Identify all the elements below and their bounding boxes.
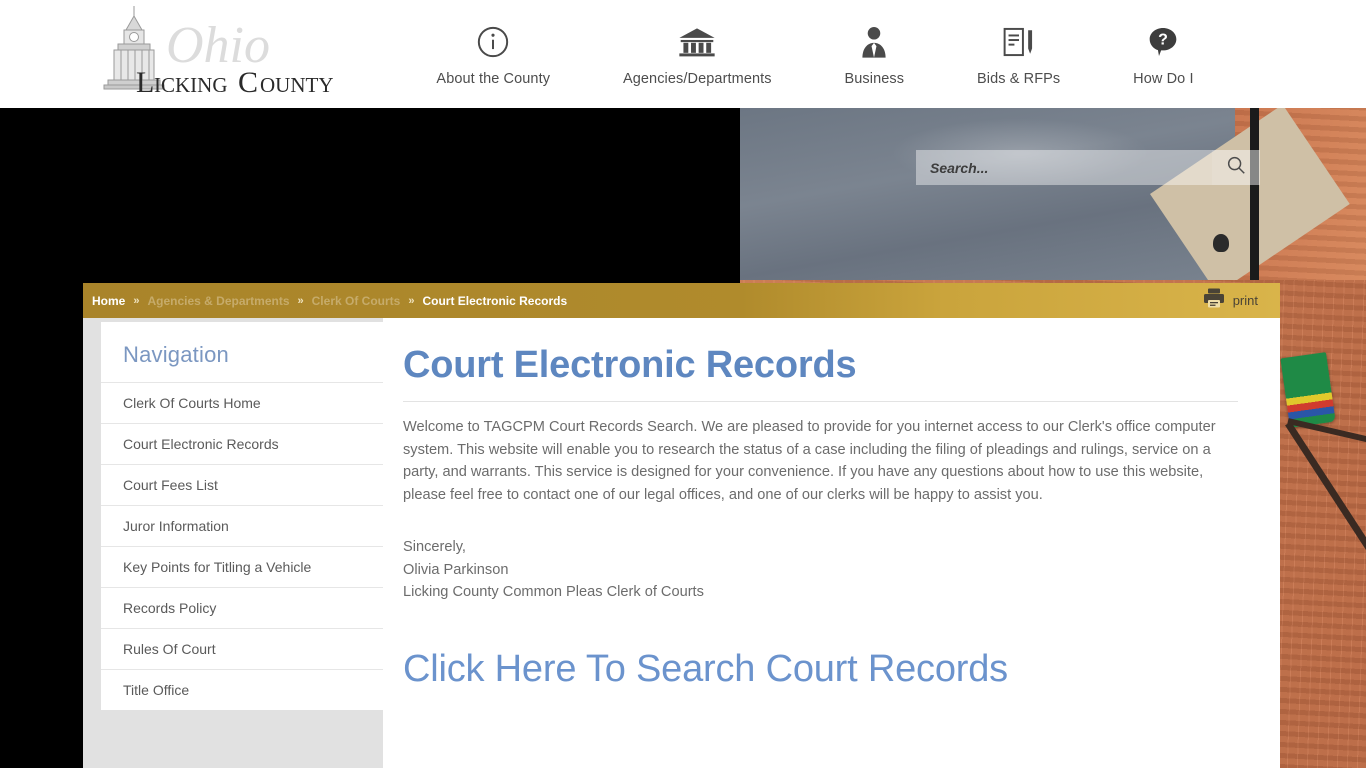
site-header: Ohio L ICKING C OUNTY About the County A… <box>0 0 1366 108</box>
bank-building-icon <box>678 22 716 62</box>
breadcrumb-item-clerk-of-courts[interactable]: Clerk Of Courts <box>312 294 401 308</box>
breadcrumb-item-current: Court Electronic Records <box>422 293 568 308</box>
nav-label: About the County <box>436 71 551 87</box>
search-button[interactable] <box>1212 150 1260 185</box>
hero-banner <box>0 108 1366 280</box>
svg-text:C: C <box>238 66 258 99</box>
nav-item-business[interactable]: Business <box>808 22 941 87</box>
sidebar-item-court-fees-list[interactable]: Court Fees List <box>101 464 385 505</box>
site-search[interactable] <box>916 150 1260 185</box>
hero-black-overlay <box>0 108 740 280</box>
navigation-heading: Navigation <box>123 342 229 367</box>
question-speech-icon: ? <box>1147 22 1179 62</box>
breadcrumb-item-home[interactable]: Home <box>92 294 125 308</box>
nav-label: Business <box>844 71 905 87</box>
nav-item-about-the-county[interactable]: About the County <box>400 22 587 87</box>
info-circle-icon <box>476 22 510 62</box>
navigation-card: Navigation Clerk Of Courts Home Court El… <box>101 322 385 710</box>
sidebar-item-key-points-titling-vehicle[interactable]: Key Points for Titling a Vehicle <box>101 546 385 587</box>
svg-text:OUNTY: OUNTY <box>260 73 334 97</box>
breadcrumb-separator: » <box>297 294 304 307</box>
breadcrumb-separator: » <box>133 294 140 307</box>
nav-label: Agencies/Departments <box>622 71 772 87</box>
nav-label: How Do I <box>1133 71 1194 87</box>
search-court-records-link[interactable]: Click Here To Search Court Records <box>403 648 1238 691</box>
site-logo[interactable]: Ohio L ICKING C OUNTY <box>88 4 348 104</box>
signature-name: Olivia Parkinson <box>403 561 509 578</box>
sidebar-item-title-office[interactable]: Title Office <box>101 669 385 710</box>
svg-text:L: L <box>136 66 154 99</box>
businessperson-icon <box>859 22 889 62</box>
intro-paragraph: Welcome to TAGCPM Court Records Search. … <box>403 419 1216 503</box>
sidebar-list: Clerk Of Courts Home Court Electronic Re… <box>101 382 385 710</box>
search-input[interactable] <box>916 150 1212 185</box>
sidebar: Navigation Clerk Of Courts Home Court El… <box>83 318 385 715</box>
print-label: print <box>1232 293 1258 308</box>
page-title: Court Electronic Records <box>403 344 857 386</box>
nav-label: Bids & RFPs <box>976 71 1061 87</box>
document-pen-icon <box>1002 22 1036 62</box>
primary-navigation[interactable]: About the County Agencies/Departments Bu… <box>400 22 1230 94</box>
nav-item-how-do-i[interactable]: ? How Do I <box>1097 22 1230 87</box>
sidebar-item-clerk-of-courts-home[interactable]: Clerk Of Courts Home <box>101 382 385 423</box>
content-area: Navigation Clerk Of Courts Home Court El… <box>83 318 1280 768</box>
signature-block: Sincerely, Olivia Parkinson Licking Coun… <box>403 536 1238 603</box>
magnifier-icon <box>1225 154 1247 181</box>
sidebar-item-records-policy[interactable]: Records Policy <box>101 587 385 628</box>
breadcrumb: Home » Agencies & Departments » Clerk Of… <box>83 294 567 308</box>
main-content: Court Electronic Records Welcome to TAGC… <box>383 318 1280 768</box>
breadcrumb-item-agencies[interactable]: Agencies & Departments <box>147 294 289 308</box>
sidebar-item-court-electronic-records[interactable]: Court Electronic Records <box>101 423 385 464</box>
main-content-continuation <box>383 715 1280 768</box>
print-button[interactable]: print <box>1202 287 1280 314</box>
sidebar-item-rules-of-court[interactable]: Rules Of Court <box>101 628 385 669</box>
nav-item-bids-rfps[interactable]: Bids & RFPs <box>941 22 1097 87</box>
hero-finial <box>1213 234 1229 252</box>
svg-text:ICKING: ICKING <box>154 73 228 97</box>
signature-closing: Sincerely, <box>403 539 466 556</box>
printer-icon <box>1202 287 1226 314</box>
breadcrumb-bar: Home » Agencies & Departments » Clerk Of… <box>83 283 1280 318</box>
signature-title: Licking County Common Pleas Clerk of Cou… <box>403 584 704 601</box>
banner-flag-decoration <box>1280 352 1336 428</box>
sidebar-item-juror-information[interactable]: Juror Information <box>101 505 385 546</box>
svg-text:?: ? <box>1158 32 1168 49</box>
title-divider <box>403 401 1238 402</box>
breadcrumb-separator: » <box>408 294 415 307</box>
hero-post <box>1250 108 1259 280</box>
nav-item-agencies-departments[interactable]: Agencies/Departments <box>587 22 809 87</box>
